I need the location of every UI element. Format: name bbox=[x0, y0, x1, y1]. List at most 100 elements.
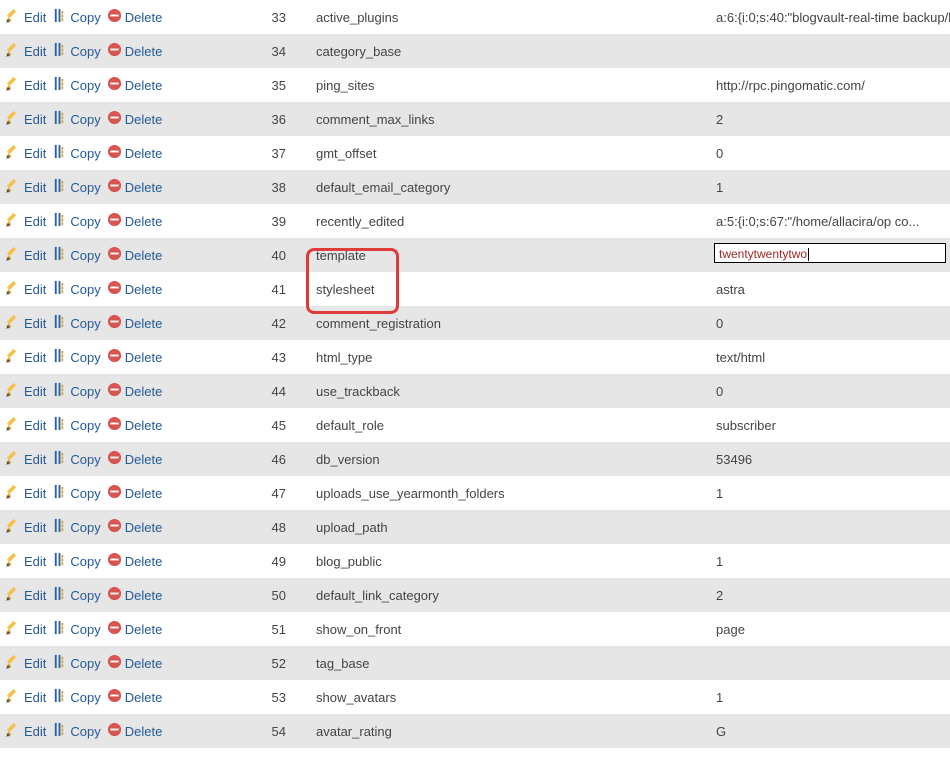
option-name[interactable]: default_link_category bbox=[310, 578, 710, 612]
delete-link[interactable]: Delete bbox=[107, 586, 163, 604]
option-id[interactable]: 54 bbox=[220, 714, 310, 748]
option-value[interactable]: twentytwentytwo bbox=[710, 238, 950, 272]
delete-link[interactable]: Delete bbox=[107, 110, 163, 128]
option-value[interactable]: 0 bbox=[710, 136, 950, 170]
option-name[interactable]: category_base bbox=[310, 34, 710, 68]
option-name[interactable]: tag_base bbox=[310, 646, 710, 680]
copy-link[interactable]: Copy bbox=[52, 212, 100, 230]
delete-link[interactable]: Delete bbox=[107, 382, 163, 400]
option-id[interactable]: 52 bbox=[220, 646, 310, 680]
edit-link[interactable]: Edit bbox=[6, 586, 46, 604]
delete-link[interactable]: Delete bbox=[107, 620, 163, 638]
option-value[interactable]: subscriber bbox=[710, 408, 950, 442]
edit-link[interactable]: Edit bbox=[6, 416, 46, 434]
option-id[interactable]: 36 bbox=[220, 102, 310, 136]
option-value[interactable] bbox=[710, 34, 950, 68]
copy-link[interactable]: Copy bbox=[52, 110, 100, 128]
option-name[interactable]: default_email_category bbox=[310, 170, 710, 204]
edit-link[interactable]: Edit bbox=[6, 620, 46, 638]
delete-link[interactable]: Delete bbox=[107, 654, 163, 672]
option-name[interactable]: comment_registration bbox=[310, 306, 710, 340]
delete-link[interactable]: Delete bbox=[107, 178, 163, 196]
option-value[interactable]: 2 bbox=[710, 578, 950, 612]
option-value[interactable]: 0 bbox=[710, 306, 950, 340]
copy-link[interactable]: Copy bbox=[52, 8, 100, 26]
option-id[interactable]: 38 bbox=[220, 170, 310, 204]
copy-link[interactable]: Copy bbox=[52, 314, 100, 332]
option-value[interactable] bbox=[710, 646, 950, 680]
option-name[interactable]: db_version bbox=[310, 442, 710, 476]
copy-link[interactable]: Copy bbox=[52, 382, 100, 400]
copy-link[interactable]: Copy bbox=[52, 348, 100, 366]
option-value[interactable]: a:6:{i:0;s:40:"blogvault-real-time backu… bbox=[710, 0, 950, 34]
option-value[interactable]: 1 bbox=[710, 544, 950, 578]
option-value[interactable]: 0 bbox=[710, 374, 950, 408]
option-id[interactable]: 40 bbox=[220, 238, 310, 272]
edit-link[interactable]: Edit bbox=[6, 280, 46, 298]
delete-link[interactable]: Delete bbox=[107, 722, 163, 740]
option-id[interactable]: 39 bbox=[220, 204, 310, 238]
copy-link[interactable]: Copy bbox=[52, 42, 100, 60]
edit-link[interactable]: Edit bbox=[6, 8, 46, 26]
option-id[interactable]: 41 bbox=[220, 272, 310, 306]
option-value[interactable]: page bbox=[710, 612, 950, 646]
option-id[interactable]: 37 bbox=[220, 136, 310, 170]
option-value[interactable]: 1 bbox=[710, 476, 950, 510]
edit-link[interactable]: Edit bbox=[6, 654, 46, 672]
delete-link[interactable]: Delete bbox=[107, 416, 163, 434]
option-name[interactable]: blog_public bbox=[310, 544, 710, 578]
copy-link[interactable]: Copy bbox=[52, 416, 100, 434]
option-id[interactable]: 49 bbox=[220, 544, 310, 578]
edit-link[interactable]: Edit bbox=[6, 518, 46, 536]
option-name[interactable]: html_type bbox=[310, 340, 710, 374]
option-id[interactable]: 46 bbox=[220, 442, 310, 476]
option-name[interactable]: gmt_offset bbox=[310, 136, 710, 170]
copy-link[interactable]: Copy bbox=[52, 722, 100, 740]
delete-link[interactable]: Delete bbox=[107, 518, 163, 536]
copy-link[interactable]: Copy bbox=[52, 246, 100, 264]
option-value[interactable]: 2 bbox=[710, 102, 950, 136]
edit-link[interactable]: Edit bbox=[6, 144, 46, 162]
edit-link[interactable]: Edit bbox=[6, 382, 46, 400]
delete-link[interactable]: Delete bbox=[107, 348, 163, 366]
edit-link[interactable]: Edit bbox=[6, 178, 46, 196]
edit-link[interactable]: Edit bbox=[6, 314, 46, 332]
edit-link[interactable]: Edit bbox=[6, 76, 46, 94]
delete-link[interactable]: Delete bbox=[107, 484, 163, 502]
option-value[interactable]: 1 bbox=[710, 170, 950, 204]
option-id[interactable]: 44 bbox=[220, 374, 310, 408]
copy-link[interactable]: Copy bbox=[52, 450, 100, 468]
option-id[interactable]: 34 bbox=[220, 34, 310, 68]
edit-link[interactable]: Edit bbox=[6, 688, 46, 706]
delete-link[interactable]: Delete bbox=[107, 76, 163, 94]
copy-link[interactable]: Copy bbox=[52, 688, 100, 706]
option-name[interactable]: recently_edited bbox=[310, 204, 710, 238]
option-value[interactable]: text/html bbox=[710, 340, 950, 374]
copy-link[interactable]: Copy bbox=[52, 178, 100, 196]
option-id[interactable]: 50 bbox=[220, 578, 310, 612]
option-value[interactable]: G bbox=[710, 714, 950, 748]
inline-edit-input[interactable]: twentytwentytwo bbox=[714, 243, 946, 263]
option-id[interactable]: 42 bbox=[220, 306, 310, 340]
option-id[interactable]: 47 bbox=[220, 476, 310, 510]
option-value[interactable]: astra bbox=[710, 272, 950, 306]
option-name[interactable]: show_avatars bbox=[310, 680, 710, 714]
delete-link[interactable]: Delete bbox=[107, 552, 163, 570]
copy-link[interactable]: Copy bbox=[52, 280, 100, 298]
edit-link[interactable]: Edit bbox=[6, 552, 46, 570]
option-value[interactable]: http://rpc.pingomatic.com/ bbox=[710, 68, 950, 102]
option-value[interactable] bbox=[710, 510, 950, 544]
copy-link[interactable]: Copy bbox=[52, 586, 100, 604]
option-id[interactable]: 43 bbox=[220, 340, 310, 374]
option-name[interactable]: comment_max_links bbox=[310, 102, 710, 136]
delete-link[interactable]: Delete bbox=[107, 8, 163, 26]
option-id[interactable]: 35 bbox=[220, 68, 310, 102]
edit-link[interactable]: Edit bbox=[6, 722, 46, 740]
option-name[interactable]: default_role bbox=[310, 408, 710, 442]
edit-link[interactable]: Edit bbox=[6, 450, 46, 468]
copy-link[interactable]: Copy bbox=[52, 552, 100, 570]
edit-link[interactable]: Edit bbox=[6, 212, 46, 230]
option-name[interactable]: ping_sites bbox=[310, 68, 710, 102]
delete-link[interactable]: Delete bbox=[107, 280, 163, 298]
option-name[interactable]: use_trackback bbox=[310, 374, 710, 408]
